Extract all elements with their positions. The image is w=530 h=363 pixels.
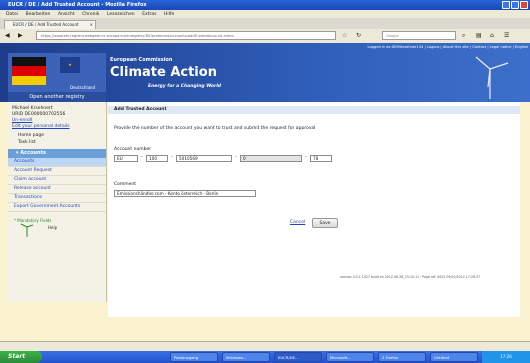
back-icon[interactable]: ◀: [5, 32, 10, 39]
page-title: Add Trusted Account: [108, 106, 520, 114]
sidebar-item-claim-account[interactable]: Claim account: [8, 176, 106, 185]
site-title: Climate Action: [110, 65, 217, 80]
user-info: Michael Krsehnert URID DE000000702556 Un…: [8, 102, 106, 132]
menu-item[interactable]: Bearbeiten: [26, 12, 51, 17]
tab-close-icon[interactable]: ×: [90, 21, 93, 29]
field-value: EU: [117, 156, 123, 161]
tools-icon[interactable]: ☰: [504, 32, 509, 39]
eu-flag-icon: ★: [60, 57, 80, 73]
close-button[interactable]: [520, 1, 528, 9]
open-registry-link[interactable]: Open another registry: [8, 92, 106, 102]
reload-icon[interactable]: ↻: [356, 32, 361, 39]
clock: 17:26: [500, 354, 512, 359]
separator: -: [141, 155, 143, 160]
menu-item[interactable]: Chronik: [82, 12, 99, 17]
web-page: Logged in as DEMIkrsehner134 | Logout | …: [0, 43, 530, 351]
tab-bar: EUCR / DE / Add Trusted Account ×: [0, 18, 530, 29]
menu-item[interactable]: Lesezeichen: [107, 12, 135, 17]
field-value: 0: [243, 156, 246, 161]
menu-item[interactable]: Hilfe: [164, 12, 174, 17]
url-bar[interactable]: https://www.ets-registry.webgate.ec.euro…: [36, 31, 336, 40]
menu-item[interactable]: Datei: [6, 12, 18, 17]
tab-label: EUCR / DE / Add Trusted Account: [13, 22, 79, 27]
taskbar-item[interactable]: Microsoft...: [326, 352, 374, 362]
main-content: Add Trusted Account Provide the number o…: [108, 102, 520, 317]
sidebar-item-release-account[interactable]: Release account: [8, 185, 106, 194]
country-name: Deutschland: [70, 85, 96, 90]
browser-tab[interactable]: EUCR / DE / Add Trusted Account ×: [4, 20, 96, 29]
system-tray: 17:26: [482, 351, 530, 363]
country-panel: ★ Deutschland: [8, 53, 106, 92]
account-check-field[interactable]: 78: [310, 155, 332, 162]
sidebar-section-accounts[interactable]: ▾ Accounts: [8, 149, 106, 158]
edit-details-link[interactable]: Edit your personal details: [12, 124, 102, 130]
sidebar-item-task-list[interactable]: Task list: [8, 139, 106, 146]
sidebar: Michael Krsehnert URID DE000000702556 Un…: [8, 102, 107, 302]
site-tagline: Energy for a Changing World: [148, 84, 222, 89]
menu-item[interactable]: Ansicht: [58, 12, 75, 17]
field-value: 78: [313, 156, 319, 161]
taskbar-item[interactable]: Untitled: [430, 352, 478, 362]
comment-label: Comment: [114, 182, 137, 187]
save-button[interactable]: Save: [312, 218, 338, 228]
separator: -: [171, 155, 173, 160]
separator: -: [305, 155, 307, 160]
account-number-fields: EU - 100 - 5010569 - 0 - 78: [114, 155, 374, 163]
field-value: 5010569: [179, 156, 198, 161]
maximize-button[interactable]: [511, 1, 519, 9]
minimize-button[interactable]: [502, 1, 510, 9]
sidebar-item-account-request[interactable]: Account Request: [8, 167, 106, 176]
window-titlebar: EUCR / DE / Add Trusted Account - Mozill…: [0, 0, 530, 10]
account-id-field[interactable]: 5010569: [176, 155, 232, 162]
cancel-link[interactable]: Cancel: [290, 220, 305, 225]
taskbar: Start Postausgang Windows... EUCR/DE... …: [0, 351, 530, 363]
taskbar-item-active[interactable]: EUCR/DE...: [274, 352, 322, 362]
account-number-label: Account number: [114, 147, 152, 152]
taskbar-item[interactable]: 2 Firefox: [378, 352, 426, 362]
start-button[interactable]: Start: [0, 351, 42, 363]
window-title: EUCR / DE / Add Trusted Account - Mozill…: [8, 2, 147, 8]
field-value: Emissionshändler.com - Konto österreich …: [117, 191, 219, 196]
account-code-field[interactable]: 100: [146, 155, 168, 162]
taskbar-item[interactable]: Postausgang: [170, 352, 218, 362]
help-link[interactable]: Help: [8, 225, 57, 230]
bookmark-star-icon[interactable]: ☆: [342, 32, 347, 39]
instruction-text: Provide the number of the account you wa…: [114, 126, 316, 131]
sidebar-section-label: Accounts: [20, 150, 46, 156]
sidebar-item-home[interactable]: Home page: [8, 132, 106, 139]
forward-icon[interactable]: ▶: [18, 32, 23, 39]
search-icon[interactable]: ⌕: [462, 32, 465, 39]
wind-turbine-icon: [475, 56, 509, 99]
account-type-field[interactable]: EU: [114, 155, 138, 162]
navigation-bar: ◀ ▶ https://www.ets-registry.webgate.ec.…: [0, 29, 530, 44]
print-icon[interactable]: ▤: [476, 32, 482, 39]
comment-field[interactable]: Emissionshändler.com - Konto österreich …: [114, 190, 256, 197]
field-value: 100: [149, 156, 157, 161]
sidebar-item-transactions[interactable]: Transactions: [8, 194, 106, 203]
sidebar-item-export-government-accounts[interactable]: Export Government Accounts: [8, 203, 106, 212]
home-icon[interactable]: ⌂: [490, 32, 494, 39]
commission-label: European Commission: [110, 57, 173, 63]
taskbar-item[interactable]: Windows...: [222, 352, 270, 362]
menu-item[interactable]: Extras: [142, 12, 156, 17]
search-input[interactable]: Google: [382, 31, 456, 40]
account-period-field[interactable]: 0: [240, 155, 302, 162]
help-area: Help: [8, 223, 106, 237]
separator: -: [235, 155, 237, 160]
sidebar-item-accounts[interactable]: Accounts: [8, 158, 106, 167]
germany-flag-icon: [12, 57, 46, 85]
version-footer: version 4.5.1 1427 build on 2012-06-28_1…: [340, 275, 481, 279]
menu-bar: Datei Bearbeiten Ansicht Chronik Lesezei…: [0, 10, 530, 18]
